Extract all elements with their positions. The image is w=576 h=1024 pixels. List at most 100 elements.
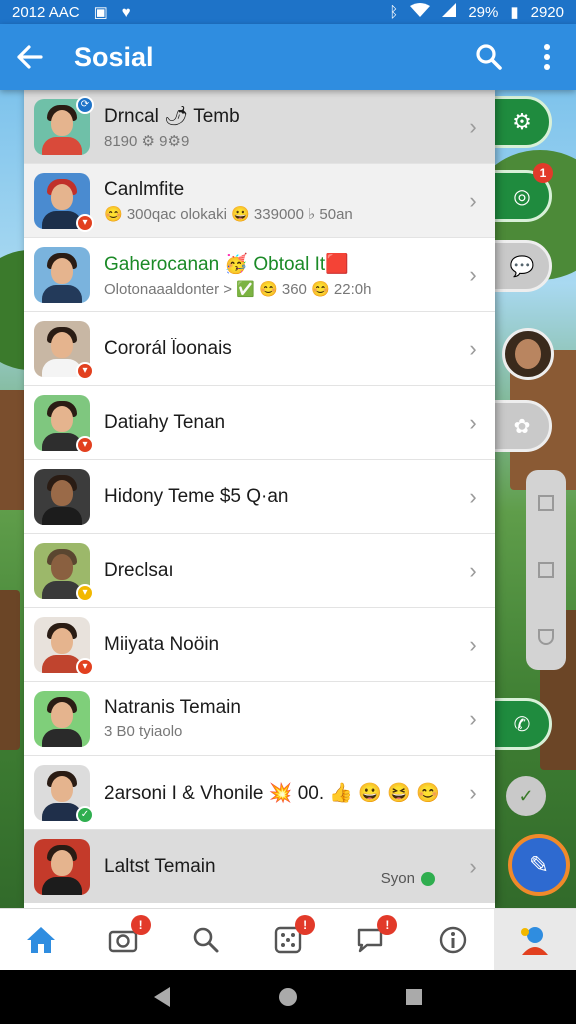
check-icon: ✓ [518, 785, 534, 806]
shield-icon[interactable] [538, 628, 554, 645]
avatar: ✓ [34, 764, 94, 824]
chevron-right-icon: › [469, 853, 477, 879]
chat-badge: ! [377, 915, 398, 935]
list-item[interactable]: ▾ Datiahy Tenan › [24, 386, 495, 460]
status-badge: ▾ [76, 361, 94, 380]
cog-icon: ✿ [513, 415, 531, 438]
side-chat-button[interactable]: 💬 [492, 240, 552, 292]
list-item[interactable]: ▾ Dreclsaı › [24, 534, 495, 608]
avatar [34, 838, 90, 895]
list-item[interactable]: ✓ 2arsoni I & Vhonile 💥 00. 👍 😀 😆 😊 › [24, 756, 495, 830]
tab-profile[interactable] [493, 909, 576, 970]
contact-name: Natranis Temain [104, 697, 241, 718]
avatar: ▾ [34, 320, 94, 380]
contact-name: Hidony Teme $5 Q·an [104, 485, 289, 507]
contact-subtitle: 8190 ⚙ 9⚙9 [104, 132, 190, 150]
tab-search[interactable] [165, 909, 247, 970]
status-text: Syon [380, 870, 415, 887]
search-button[interactable] [460, 24, 518, 90]
side-avatar[interactable] [502, 328, 554, 380]
compass-icon: ◎ [513, 185, 531, 208]
avatar: ▾ [34, 616, 94, 676]
status-badge: ▾ [76, 583, 94, 602]
side-phone-button[interactable]: ✆ [492, 698, 552, 750]
edit-icon: ✎ [528, 851, 550, 879]
side-compass-button[interactable]: ◎ 1 [492, 163, 553, 222]
bottom-nav: ! ! ! [0, 908, 576, 970]
status-badge: ▾ [76, 213, 94, 232]
avatar [34, 468, 90, 525]
square-icon[interactable] [538, 561, 554, 578]
tab-info[interactable] [411, 909, 493, 970]
system-nav-bar [0, 970, 576, 1024]
grid-badge: ! [295, 915, 316, 935]
phone-icon: ✆ [513, 713, 531, 736]
chevron-right-icon: › [469, 335, 477, 361]
camera-badge: ! [130, 915, 151, 935]
list-item[interactable]: ⟳ Drncal 🌶 Temb 8190 ⚙ 9⚙9 › [24, 90, 495, 164]
gear-icon: ⚙ [512, 109, 532, 134]
side-toolbar [526, 470, 566, 670]
chevron-right-icon: › [469, 261, 477, 287]
contact-list: ⟳ Drncal 🌶 Temb 8190 ⚙ 9⚙9 › ▾ Canlmfite… [24, 90, 495, 908]
contact-name: Dreclsaı [104, 559, 174, 581]
list-item[interactable]: ▾ Canlmfite 😊 300qac olokaki 😀 339000 ♭ … [24, 164, 495, 238]
signal-icon [442, 3, 457, 21]
contact-name: Canlmfite [104, 178, 185, 200]
square-icon[interactable] [538, 495, 554, 512]
info-icon [439, 926, 466, 953]
list-item[interactable]: Natranis Temain 3 B0 tyiaolo › [24, 682, 495, 756]
contact-status: Syon [381, 870, 435, 887]
back-button[interactable] [0, 24, 60, 90]
side-settings-button[interactable]: ✿ [492, 400, 552, 452]
tab-home[interactable] [0, 909, 82, 970]
notification-icon: ♥ [121, 3, 131, 21]
status-badge: ▾ [76, 435, 94, 454]
back-triangle-icon[interactable] [152, 986, 172, 1008]
list-item[interactable]: ▾ Cororál l̈oonais › [24, 312, 495, 386]
chevron-right-icon: › [469, 705, 477, 731]
recents-square-icon[interactable] [404, 987, 424, 1007]
side-fab-button[interactable]: ✎ [508, 834, 570, 896]
avatar-icon [520, 926, 548, 955]
contact-subtitle: Olotonaaaldonter > ✅ 😊 360 😊 22:0h [104, 280, 372, 298]
contact-name: Gaherocanan 🥳 Obtoal It🟥 [104, 253, 349, 275]
chevron-right-icon: › [469, 779, 477, 805]
battery-percent: 29% [468, 3, 499, 21]
battery-icon: ▮ [510, 4, 519, 21]
search-icon [193, 927, 219, 952]
chevron-right-icon: › [469, 409, 477, 435]
status-badge: ✓ [76, 805, 94, 824]
home-circle-icon[interactable] [277, 986, 299, 1008]
chevron-right-icon: › [469, 113, 477, 139]
wifi-icon [410, 3, 431, 21]
avatar: ⟳ [34, 95, 94, 155]
contact-name: Cororál l̈oonais [104, 337, 232, 359]
chat-bubble-icon: 💬 [509, 255, 535, 278]
tab-chat[interactable]: ! [329, 909, 411, 970]
more-options-button[interactable] [518, 24, 576, 90]
status-time-right: 2920 [530, 3, 564, 21]
contact-subtitle: 😊 300qac olokaki 😀 339000 ♭ 50an [104, 205, 353, 223]
avatar: ▾ [34, 172, 94, 232]
tab-camera[interactable]: ! [82, 909, 164, 970]
chevron-right-icon: › [469, 631, 477, 657]
chevron-right-icon: › [469, 483, 477, 509]
side-gear-button[interactable]: ⚙ [492, 96, 552, 148]
sim-icon: ▣ [93, 4, 108, 21]
contact-subtitle: 3 B0 tyiaolo [104, 723, 183, 740]
online-dot-icon [421, 871, 435, 886]
list-item[interactable]: Gaherocanan 🥳 Obtoal It🟥 Olotonaaaldonte… [24, 238, 495, 312]
home-icon [27, 926, 56, 953]
tab-grid[interactable]: ! [247, 909, 329, 970]
side-check-button[interactable]: ✓ [506, 776, 546, 816]
bluetooth-icon: ᛒ [389, 3, 399, 21]
contact-name: 2arsoni I & Vhonile 💥 00. 👍 😀 😆 😊 [104, 782, 440, 804]
status-bar: 2012 AAC ▣ ♥ ᛒ 29% ▮ 2920 [0, 0, 576, 24]
list-item[interactable]: ▾ Miiyata Noöin › [24, 608, 495, 682]
avatar: ▾ [34, 542, 94, 602]
arrow-left-icon [17, 45, 43, 69]
contact-name: Drncal 🌶 Temb [104, 105, 240, 127]
list-item[interactable]: Hidony Teme $5 Q·an › [24, 460, 495, 534]
list-item[interactable]: Laltst Temain Syon › [24, 830, 495, 903]
